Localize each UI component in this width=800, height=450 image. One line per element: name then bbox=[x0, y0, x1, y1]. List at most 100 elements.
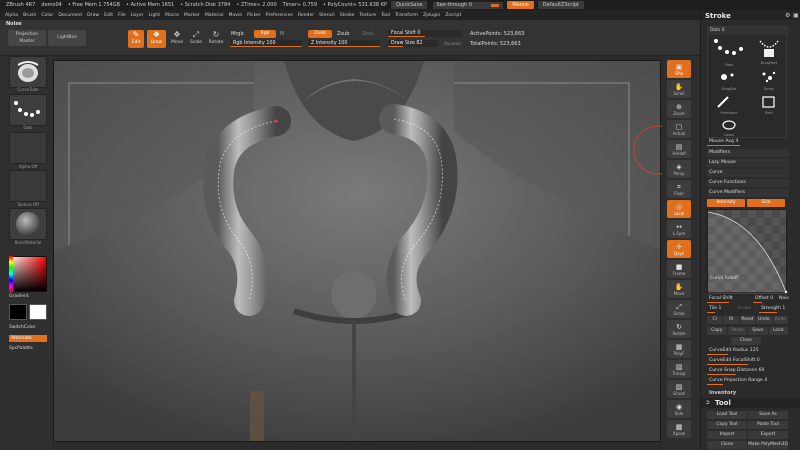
right-shelf-persp-button[interactable]: ◈ Persp bbox=[667, 160, 691, 178]
menu-item-marker[interactable]: Marker bbox=[184, 13, 200, 18]
right-shelf-qxyz-button[interactable]: ✛ Qxyz bbox=[667, 240, 691, 258]
secondary-color-swatch[interactable] bbox=[29, 304, 47, 320]
alpha-thumbnail[interactable] bbox=[9, 132, 47, 164]
scale-button[interactable]: ⤢ Scale bbox=[188, 30, 204, 48]
cl-button[interactable]: Cl bbox=[707, 316, 723, 324]
dots-slider[interactable]: Dots 0 bbox=[708, 27, 788, 35]
inventory-button[interactable]: Inventory bbox=[709, 390, 736, 396]
brush-thumbnail[interactable] bbox=[9, 56, 47, 88]
menu-item-render[interactable]: Render bbox=[298, 13, 314, 18]
curve-section[interactable]: Curve bbox=[707, 169, 789, 177]
make-polymesh3d-button[interactable]: Make PolyMesh3D bbox=[748, 441, 788, 449]
right-shelf-polyf-button[interactable]: ▦ PolyF bbox=[667, 340, 691, 358]
color-picker[interactable] bbox=[9, 256, 47, 292]
palette-focal-shift-slider[interactable]: Focal Shift bbox=[707, 295, 751, 303]
right-shelf-scale-button[interactable]: ⤢ Scale bbox=[667, 300, 691, 318]
stroke-dragdot-option[interactable]: DragDot bbox=[712, 69, 746, 93]
menu-item-document[interactable]: Document bbox=[58, 13, 82, 18]
close-button[interactable]: Close bbox=[731, 337, 761, 345]
menu-item-transform[interactable]: Transform bbox=[395, 13, 418, 18]
right-shelf-transp-button[interactable]: ▧ Transp bbox=[667, 360, 691, 378]
import-button[interactable]: Import bbox=[707, 431, 747, 439]
stroke-spray-option[interactable]: Spray bbox=[754, 69, 784, 93]
mouse-avg-slider[interactable]: Mouse Avg 4 bbox=[707, 138, 789, 146]
edit-button[interactable]: ✎ Edit bbox=[128, 30, 144, 48]
shape-slider[interactable]: Shape bbox=[735, 305, 755, 313]
draw-button[interactable]: ❖ Draw bbox=[147, 30, 166, 48]
switchcolor-button[interactable]: SwitchColor bbox=[9, 325, 36, 330]
main-color-swatch[interactable] bbox=[9, 304, 27, 320]
menu-item-file[interactable]: File bbox=[118, 13, 126, 18]
curve-modifiers-section[interactable]: Curve Modifiers bbox=[707, 189, 789, 197]
undo-button[interactable]: Undo bbox=[756, 316, 772, 324]
menu-item-tool[interactable]: Tool bbox=[381, 13, 390, 18]
rotate-button[interactable]: ↻ Rotate bbox=[207, 30, 225, 48]
right-shelf-move-button[interactable]: ✋ Move bbox=[667, 280, 691, 298]
intensity-toggle[interactable]: Intensity bbox=[707, 199, 745, 207]
quicksave-button[interactable]: QuickSave bbox=[391, 1, 428, 9]
rgb-button[interactable]: Rgb bbox=[254, 30, 276, 38]
palette-gear-icon[interactable]: ⚙ bbox=[785, 12, 790, 19]
right-shelf-actual-button[interactable]: ▢ Actual bbox=[667, 120, 691, 138]
right-shelf-floor-button[interactable]: ⌗ Floor bbox=[667, 180, 691, 198]
menu-item-texture[interactable]: Texture bbox=[359, 13, 376, 18]
modifiers-section[interactable]: Modifiers bbox=[707, 149, 789, 157]
m-button[interactable]: M bbox=[280, 31, 284, 37]
rl-button[interactable]: Rl bbox=[723, 316, 739, 324]
paste-tool-button[interactable]: Paste Tool bbox=[748, 421, 788, 429]
clone-button[interactable]: Clone bbox=[707, 441, 747, 449]
menu-item-picker[interactable]: Picker bbox=[247, 13, 261, 18]
right-shelf-solo-button[interactable]: ◉ Solo bbox=[667, 400, 691, 418]
copy-button[interactable]: Copy bbox=[707, 327, 727, 335]
menu-item-light[interactable]: Light bbox=[149, 13, 160, 18]
palette-dock-icon[interactable]: ▣ bbox=[793, 12, 799, 19]
see-through-slider[interactable]: See-through 0 bbox=[433, 1, 504, 9]
tool-title[interactable]: Tool bbox=[715, 399, 731, 407]
dynamic-button[interactable]: Dynamic bbox=[444, 41, 462, 46]
rgb-intensity-slider[interactable]: Rgb Intensity 100 bbox=[230, 40, 302, 47]
tile-slider[interactable]: Tile 1 bbox=[707, 305, 733, 313]
save-button[interactable]: Save bbox=[748, 327, 768, 335]
gradient-button[interactable]: Gradient bbox=[9, 294, 29, 299]
alternate-button[interactable]: Alternate bbox=[9, 335, 47, 342]
lazy-mouse-section[interactable]: Lazy Mouse bbox=[707, 159, 789, 167]
menu-item-edit[interactable]: Edit bbox=[104, 13, 113, 18]
copy-tool-button[interactable]: Copy Tool bbox=[707, 421, 747, 429]
projection-master-button[interactable]: Projection Master bbox=[8, 30, 46, 46]
sculpt-viewport[interactable] bbox=[54, 61, 661, 442]
right-shelf-scroll-button[interactable]: ✋ Scroll bbox=[667, 80, 691, 98]
right-shelf-spix-button[interactable]: ▣ SPix bbox=[667, 60, 691, 78]
right-shelf-local-button[interactable]: ◎ Local bbox=[667, 200, 691, 218]
curve-functions-section[interactable]: Curve Functions bbox=[707, 179, 789, 187]
right-shelf-rotate-button[interactable]: ↻ Rotate bbox=[667, 320, 691, 338]
menu-item-macro[interactable]: Macro bbox=[165, 13, 179, 18]
curve-edit-radius-slider[interactable]: CurveEdit Radius 125 bbox=[707, 347, 789, 355]
right-shelf-frame-button[interactable]: ■ Frame bbox=[667, 260, 691, 278]
menu-item-zplugin[interactable]: Zplugin bbox=[423, 13, 440, 18]
curve-point-marker[interactable] bbox=[274, 119, 278, 123]
offset-slider[interactable]: Offset 0 bbox=[753, 295, 775, 303]
menu-item-draw[interactable]: Draw bbox=[87, 13, 99, 18]
hue-strip[interactable] bbox=[9, 256, 13, 292]
load-tool-button[interactable]: Load Tool bbox=[707, 411, 747, 419]
menus-button[interactable]: Menus bbox=[507, 1, 534, 9]
texture-thumbnail[interactable] bbox=[9, 170, 47, 202]
stroke-lasso-option[interactable]: Lasso bbox=[712, 119, 746, 139]
menu-item-preferences[interactable]: Preferences bbox=[266, 13, 293, 18]
right-shelf-aahalf-button[interactable]: ▤ AAHalf bbox=[667, 140, 691, 158]
menu-item-movie[interactable]: Movie bbox=[228, 13, 242, 18]
right-shelf-lsym-button[interactable]: ↔ L.Sym bbox=[667, 220, 691, 238]
stroke-freehand-option[interactable]: FreeHand bbox=[712, 95, 746, 117]
noise-slider[interactable]: Noise bbox=[777, 295, 789, 303]
export-button[interactable]: Export bbox=[748, 431, 788, 439]
menu-item-stencil[interactable]: Stencil bbox=[319, 13, 335, 18]
right-shelf-zoom-button[interactable]: ⊕ Zoom bbox=[667, 100, 691, 118]
curve-snap-slider[interactable]: Curve Snap Distance 60 bbox=[707, 367, 789, 375]
stroke-thumbnail[interactable] bbox=[9, 94, 47, 126]
menu-item-stroke[interactable]: Stroke bbox=[340, 13, 355, 18]
right-shelf-ghost-button[interactable]: ▨ Ghost bbox=[667, 380, 691, 398]
mrgb-button[interactable]: Mrgb bbox=[231, 31, 244, 37]
stroke-dragrect-option[interactable]: DragRect bbox=[754, 37, 784, 67]
stroke-dots-option[interactable]: Dots bbox=[712, 37, 746, 67]
save-as-button[interactable]: Save As bbox=[748, 411, 788, 419]
